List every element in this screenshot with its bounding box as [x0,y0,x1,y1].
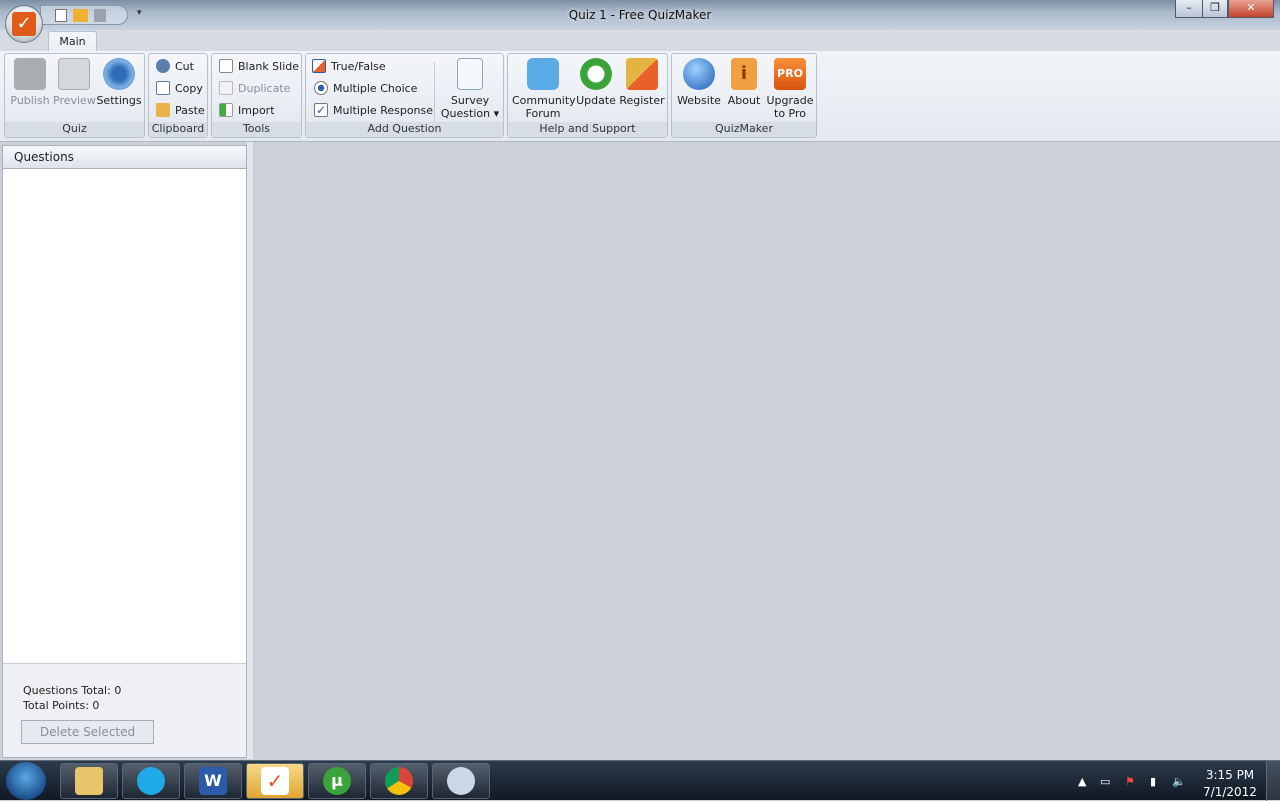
key-icon [626,58,658,90]
preview-icon [58,58,90,90]
paint-palette-icon [447,767,475,795]
speech-bubble-icon [527,58,559,90]
publish-icon [14,58,46,90]
multiple-response-button[interactable]: ✓ Multiple Response [314,101,433,119]
taskbar-explorer[interactable] [60,763,118,799]
clock-date: 7/1/2012 [1203,785,1257,799]
ribbon-tab-row [0,30,1280,52]
taskbar-word[interactable]: W [184,763,242,799]
questions-panel: Questions Questions Total: 0 Total Point… [2,145,247,758]
quick-access-toolbar [40,5,128,25]
multiple-choice-button[interactable]: Multiple Choice [314,79,417,97]
group-label: Clipboard [149,122,207,137]
publish-button[interactable]: Publish [9,58,51,107]
delete-selected-button[interactable]: Delete Selected [21,720,154,744]
network-icon[interactable]: ▭ [1100,775,1110,788]
taskbar-utorrent[interactable]: µ [308,763,366,799]
utorrent-icon: µ [323,767,351,795]
show-desktop-button[interactable] [1266,761,1280,801]
paste-button[interactable]: Paste [156,101,205,119]
import-icon [219,103,233,117]
blank-page-icon [219,59,233,73]
survey-icon [457,58,483,90]
close-button[interactable]: ✕ [1228,0,1274,18]
total-points: Total Points: 0 [23,699,100,712]
questions-list[interactable] [3,169,246,664]
new-file-icon[interactable] [55,8,67,22]
chrome-icon [385,767,413,795]
skype-icon [137,767,165,795]
title-bar: Quiz 1 - Free QuizMaker [0,0,1280,30]
radio-icon [314,81,328,95]
register-button[interactable]: Register [618,58,666,107]
save-icon[interactable] [94,8,106,22]
group-add-question: True/False Multiple Choice ✓ Multiple Res… [305,53,504,138]
quizmaker-icon: ✓ [261,767,289,795]
divider [434,62,435,122]
settings-button[interactable]: Settings [96,58,142,107]
website-button[interactable]: Website [675,58,723,107]
group-quizmaker: Website i About PRO Upgrade to Pro QuizMake… [671,53,817,138]
group-label: Tools [212,122,301,137]
group-help-and-support: Community Forum Update Register Help and … [507,53,668,138]
survey-question-button[interactable]: Survey Question ▾ [439,58,501,120]
group-label: Quiz [5,122,144,137]
copy-button[interactable]: Copy [156,79,203,97]
taskbar-quizmaker[interactable]: ✓ [246,763,304,799]
checkbox-icon: ✓ [314,103,328,117]
group-label: QuizMaker [672,122,816,137]
group-label: Add Question [306,122,503,137]
word-icon: W [199,767,227,795]
gear-icon [103,58,135,90]
tab-main[interactable]: Main [48,31,97,52]
action-center-flag-icon[interactable]: ⚑ [1125,775,1135,788]
group-label: Help and Support [508,122,667,137]
taskbar-chrome[interactable] [370,763,428,799]
duplicate-button[interactable]: Duplicate [219,79,290,97]
import-button[interactable]: Import [219,101,275,119]
group-clipboard: Cut Copy Paste Clipboard [148,53,208,138]
cut-button[interactable]: Cut [156,57,194,75]
window-title: Quiz 1 - Free QuizMaker [568,8,712,22]
clock-time: 3:15 PM [1205,768,1255,782]
scissors-icon [156,59,170,73]
slide-workspace [253,142,1280,759]
open-folder-icon[interactable] [73,8,88,22]
restore-button[interactable]: ❐ [1202,0,1228,18]
show-hidden-icons-button[interactable]: ▲ [1078,775,1086,788]
refresh-icon [580,58,612,90]
paste-icon [156,103,170,117]
about-button[interactable]: i About [724,58,764,107]
quizmaker-logo-icon: ✓ [12,12,36,36]
questions-panel-title: Questions [3,146,246,169]
community-forum-button[interactable]: Community Forum [512,58,576,120]
blank-slide-button[interactable]: Blank Slide [219,57,299,75]
taskbar: W ✓ µ ▲ ▭ ⚑ ▮ 🔈 3:15 PM 7/1/2012 [0,760,1280,801]
update-button[interactable]: Update [575,58,617,107]
application-menu-button[interactable]: ✓ [5,5,43,43]
questions-total: Questions Total: 0 [23,684,122,697]
taskbar-paint[interactable] [432,763,490,799]
duplicate-icon [219,81,233,95]
group-quiz: Publish Preview Settings Quiz [4,53,145,138]
globe-icon [683,58,715,90]
taskbar-skype[interactable] [122,763,180,799]
info-book-icon: i [731,58,757,90]
start-button[interactable] [6,762,46,800]
true-false-icon [312,59,326,73]
volume-icon[interactable]: 🔈 [1172,775,1186,788]
preview-button[interactable]: Preview [53,58,96,107]
power-icon[interactable]: ▮ [1150,775,1156,788]
true-false-button[interactable]: True/False [312,57,386,75]
folder-icon [75,767,103,795]
upgrade-to-pro-button[interactable]: PRO Upgrade to Pro [765,58,815,120]
copy-icon [156,81,170,95]
minimize-button[interactable]: – [1175,0,1203,18]
pro-icon: PRO [774,58,806,90]
group-tools: Blank Slide Duplicate Import Tools [211,53,302,138]
system-clock[interactable]: 3:15 PM 7/1/2012 [1190,767,1270,801]
customize-toolbar-icon[interactable]: ▾ [137,8,142,18]
